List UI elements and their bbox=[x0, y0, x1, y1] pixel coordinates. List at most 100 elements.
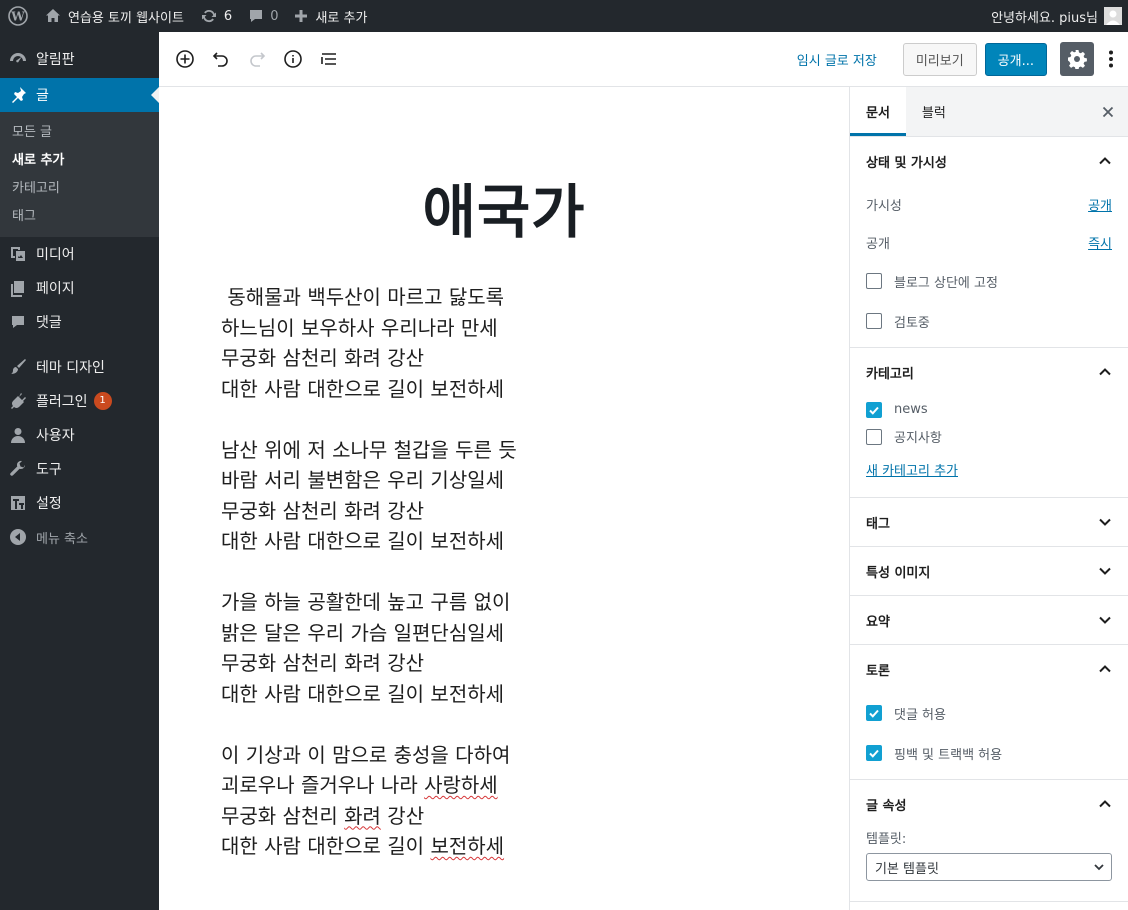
new-content-link[interactable]: 새로 추가 bbox=[286, 0, 375, 32]
submenu-all-posts[interactable]: 모든 글 bbox=[0, 119, 159, 147]
undo-button[interactable] bbox=[203, 41, 239, 77]
updates-link[interactable]: 6 bbox=[192, 0, 240, 32]
panel-title: 글 속성 bbox=[866, 798, 907, 814]
add-block-button[interactable] bbox=[167, 41, 203, 77]
avatar bbox=[1104, 7, 1122, 25]
menu-media[interactable]: 미디어 bbox=[0, 237, 159, 271]
comments-icon bbox=[8, 312, 28, 332]
submenu-add-new[interactable]: 새로 추가 bbox=[0, 147, 159, 175]
stanza-1[interactable]: 동해물과 백두산이 마르고 닳도록 하느님이 보우하사 우리나라 만세 무궁화 … bbox=[221, 282, 849, 404]
chevron-up-icon bbox=[1099, 800, 1111, 808]
pushpin-icon bbox=[8, 85, 28, 105]
verse-line: 밝은 달은 우리 가슴 일편단심일세 bbox=[221, 620, 505, 645]
menu-dashboard[interactable]: 알림판 bbox=[0, 42, 159, 76]
panel-toggle[interactable]: 요약 bbox=[850, 596, 1128, 644]
verse-text: 강산 bbox=[380, 803, 425, 828]
chevron-up-icon bbox=[1099, 368, 1111, 376]
sticky-checkbox[interactable]: 블로그 상단에 고정 bbox=[850, 261, 1128, 301]
menu-appearance[interactable]: 테마 디자인 bbox=[0, 350, 159, 384]
wordpress-logo-icon[interactable]: W bbox=[0, 0, 36, 32]
user-icon bbox=[8, 425, 28, 445]
add-new-category-link[interactable]: 새 카테고리 추가 bbox=[850, 450, 1128, 497]
menu-pages[interactable]: 페이지 bbox=[0, 271, 159, 305]
checkbox-checked[interactable] bbox=[866, 401, 882, 418]
dashboard-icon bbox=[8, 49, 28, 69]
category-label: 공지사항 bbox=[894, 431, 942, 446]
checkbox[interactable] bbox=[866, 313, 882, 329]
more-options-button[interactable] bbox=[1100, 42, 1122, 76]
comments-link[interactable]: 0 bbox=[240, 0, 286, 32]
menu-collapse[interactable]: 메뉴 축소 bbox=[0, 520, 159, 554]
post-attributes-panel: 글 속성 템플릿: 기본 템플릿 bbox=[850, 780, 1128, 902]
checkbox[interactable] bbox=[866, 428, 882, 445]
allow-comments-checkbox[interactable]: 댓글 허용 bbox=[850, 693, 1128, 733]
panel-toggle[interactable]: 상태 및 가시성 bbox=[850, 137, 1128, 185]
paintbrush-icon bbox=[8, 357, 28, 377]
redo-button[interactable] bbox=[239, 41, 275, 77]
checkmark-icon bbox=[869, 406, 879, 415]
stanza-4[interactable]: 이 기상과 이 맘으로 충성을 다하여 괴로우나 즐거우나 나라 사랑하세 무궁… bbox=[221, 740, 849, 862]
stanza-3[interactable]: 가을 하늘 공활한데 높고 구름 없이 밝은 달은 우리 가슴 일편단심일세 무… bbox=[221, 587, 849, 709]
content-info-button[interactable] bbox=[275, 41, 311, 77]
menu-settings[interactable]: 설정 bbox=[0, 486, 159, 520]
verse-line: 이 기상과 이 맘으로 충성을 다하여 bbox=[221, 742, 511, 767]
comment-bubble-icon bbox=[250, 10, 263, 22]
panel-toggle[interactable]: 글 속성 bbox=[850, 780, 1128, 828]
category-news[interactable]: news bbox=[850, 396, 1128, 423]
panel-toggle[interactable]: 카테고리 bbox=[850, 348, 1128, 396]
close-sidebar-button[interactable] bbox=[1098, 102, 1118, 122]
publish-row: 공개 즉시 bbox=[850, 223, 1128, 261]
panel-toggle[interactable]: 토론 bbox=[850, 645, 1128, 693]
save-draft-button[interactable]: 임시 글로 저장 bbox=[797, 50, 877, 69]
visibility-label: 가시성 bbox=[866, 198, 902, 214]
verse-text: 대한 사람 대한으로 길이 bbox=[221, 834, 431, 858]
allow-pings-checkbox[interactable]: 핑백 및 트랙백 허용 bbox=[850, 733, 1128, 773]
menu-comments-label: 댓글 bbox=[36, 315, 62, 331]
pending-review-checkbox[interactable]: 검토중 bbox=[850, 301, 1128, 341]
template-select[interactable]: 기본 템플릿 bbox=[866, 853, 1112, 881]
settings-toggle-button[interactable] bbox=[1060, 42, 1094, 76]
verse-line: 무궁화 삼천리 화려 강산 bbox=[221, 651, 425, 675]
menu-posts[interactable]: 글 bbox=[0, 78, 159, 112]
status-visibility-panel: 상태 및 가시성 가시성 공개 공개 즉시 블로그 상단에 고정 검토중 bbox=[850, 137, 1128, 348]
checkbox-checked[interactable] bbox=[866, 705, 882, 721]
plus-icon bbox=[295, 10, 308, 22]
checkbox-checked[interactable] bbox=[866, 745, 882, 761]
category-notice[interactable]: 공지사항 bbox=[850, 423, 1128, 450]
settings-sidebar: 문서 블럭 상태 및 가시성 가시성 공개 공개 즉시 블로그 상단에 고정 검… bbox=[849, 87, 1128, 910]
tab-block[interactable]: 블럭 bbox=[906, 87, 962, 136]
menu-plugins[interactable]: 플러그인 1 bbox=[0, 384, 159, 418]
stanza-2[interactable]: 남산 위에 저 소나무 철갑을 두른 듯 바람 서리 불변함은 우리 기상일세 … bbox=[221, 435, 849, 557]
menu-comments[interactable]: 댓글 bbox=[0, 305, 159, 339]
panel-toggle[interactable]: 태그 bbox=[850, 498, 1128, 546]
home-icon bbox=[46, 9, 60, 22]
comments-count: 0 bbox=[270, 8, 279, 24]
menu-users[interactable]: 사용자 bbox=[0, 418, 159, 452]
tab-document[interactable]: 문서 bbox=[850, 87, 906, 136]
post-body[interactable]: 동해물과 백두산이 마르고 닳도록 하느님이 보우하사 우리나라 만세 무궁화 … bbox=[221, 282, 849, 862]
editor-canvas: 애국가 동해물과 백두산이 마르고 닳도록 하느님이 보우하사 우리나라 만세 … bbox=[159, 87, 849, 910]
menu-users-label: 사용자 bbox=[36, 428, 75, 444]
wrench-icon bbox=[8, 459, 28, 479]
account-menu[interactable]: 안녕하세요. pius님 bbox=[991, 7, 1128, 26]
site-name-link[interactable]: 연습용 토끼 웹사이트 bbox=[36, 0, 192, 32]
verse-line: 괴로우나 즐거우나 나라 사랑하세 bbox=[221, 770, 849, 801]
block-navigation-button[interactable] bbox=[311, 41, 347, 77]
panel-toggle[interactable]: 특성 이미지 bbox=[850, 547, 1128, 595]
preview-button[interactable]: 미리보기 bbox=[902, 42, 977, 76]
publish-button[interactable]: 공개... bbox=[984, 42, 1047, 76]
allow-comments-label: 댓글 허용 bbox=[894, 707, 946, 723]
template-label: 템플릿: bbox=[866, 832, 907, 847]
refresh-icon bbox=[201, 9, 216, 23]
verse-line: 대한 사람 대한으로 길이 보전하세 bbox=[221, 529, 505, 553]
redo-icon bbox=[250, 52, 266, 67]
sticky-label: 블로그 상단에 고정 bbox=[894, 275, 998, 291]
visibility-toggle[interactable]: 공개 bbox=[1088, 195, 1112, 214]
submenu-categories[interactable]: 카테고리 bbox=[0, 175, 159, 203]
submenu-tags[interactable]: 태그 bbox=[0, 203, 159, 231]
publish-date-toggle[interactable]: 즉시 bbox=[1088, 233, 1112, 252]
menu-tools[interactable]: 도구 bbox=[0, 452, 159, 486]
checkbox[interactable] bbox=[866, 273, 882, 289]
post-title[interactable]: 애국가 bbox=[159, 165, 849, 249]
panel-title: 특성 이미지 bbox=[866, 565, 931, 581]
